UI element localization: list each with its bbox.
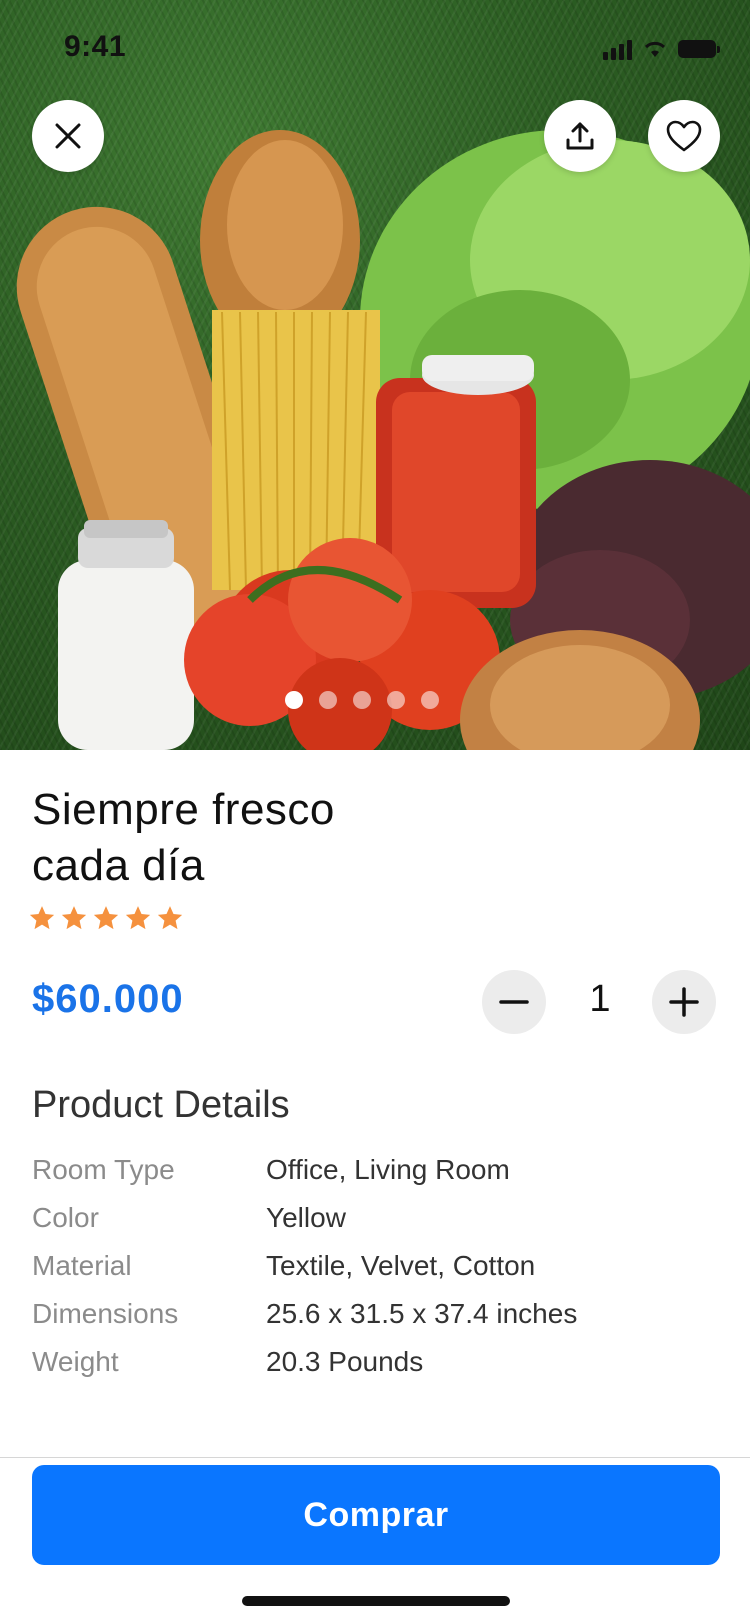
- product-image[interactable]: 9:41: [0, 0, 750, 750]
- close-icon: [55, 123, 81, 149]
- detail-row-room-type: Room Type Office, Living Room: [32, 1146, 722, 1194]
- star-icon: [125, 906, 151, 930]
- plus-icon: [669, 987, 699, 1017]
- carousel-dot[interactable]: [387, 691, 405, 709]
- detail-value: Textile, Velvet, Cotton: [266, 1250, 536, 1281]
- wifi-icon: [644, 41, 666, 57]
- carousel-dot[interactable]: [285, 691, 303, 709]
- detail-label: Material: [32, 1250, 132, 1281]
- product-title-line: Siempre fresco: [32, 785, 335, 834]
- carousel-dot[interactable]: [353, 691, 371, 709]
- product-details-heading: Product Details: [32, 1084, 290, 1126]
- star-icon: [29, 906, 55, 930]
- product-price: $60.000: [32, 977, 184, 1021]
- increase-quantity-button[interactable]: [652, 970, 716, 1034]
- detail-row-dimensions: Dimensions 25.6 x 31.5 x 37.4 inches: [32, 1290, 722, 1338]
- carousel-dot[interactable]: [319, 691, 337, 709]
- product-title: Siempre fresco cada día: [32, 782, 452, 894]
- detail-row-weight: Weight 20.3 Pounds: [32, 1338, 722, 1386]
- star-icon: [93, 906, 119, 930]
- bottom-divider: [0, 1457, 750, 1458]
- star-icon: [157, 906, 183, 930]
- grocery-photo: [16, 130, 750, 750]
- carousel-dot[interactable]: [421, 691, 439, 709]
- detail-row-material: Material Textile, Velvet, Cotton: [32, 1242, 722, 1290]
- status-icons: [603, 38, 720, 60]
- detail-label: Weight: [32, 1346, 119, 1377]
- detail-label: Color: [32, 1202, 99, 1233]
- home-indicator: [242, 1596, 510, 1606]
- status-bar: 9:41: [0, 0, 750, 96]
- detail-label: Room Type: [32, 1154, 175, 1185]
- detail-value: Office, Living Room: [266, 1154, 510, 1185]
- detail-label: Dimensions: [32, 1298, 179, 1329]
- favorite-button[interactable]: [648, 100, 720, 172]
- minus-icon: [499, 1000, 529, 1004]
- battery-icon: [678, 40, 720, 58]
- product-details-table: Room Type Office, Living Room Color Yell…: [32, 1146, 722, 1386]
- quantity-value: 1: [589, 978, 611, 1020]
- detail-value: 20.3 Pounds: [266, 1346, 424, 1377]
- share-icon: [566, 122, 594, 150]
- detail-value: 25.6 x 31.5 x 37.4 inches: [266, 1298, 578, 1329]
- buy-button[interactable]: Comprar: [32, 1465, 720, 1565]
- heart-icon: [666, 120, 702, 152]
- status-time: 9:41: [64, 30, 127, 63]
- detail-row-color: Color Yellow: [32, 1194, 722, 1242]
- star-icon: [61, 906, 87, 930]
- close-button[interactable]: [32, 100, 104, 172]
- detail-value: Yellow: [266, 1202, 346, 1233]
- decrease-quantity-button[interactable]: [482, 970, 546, 1034]
- rating-stars: [28, 904, 184, 932]
- cellular-signal-icon: [603, 38, 632, 60]
- carousel-indicator: [0, 691, 750, 709]
- product-title-line: cada día: [32, 841, 205, 890]
- share-button[interactable]: [544, 100, 616, 172]
